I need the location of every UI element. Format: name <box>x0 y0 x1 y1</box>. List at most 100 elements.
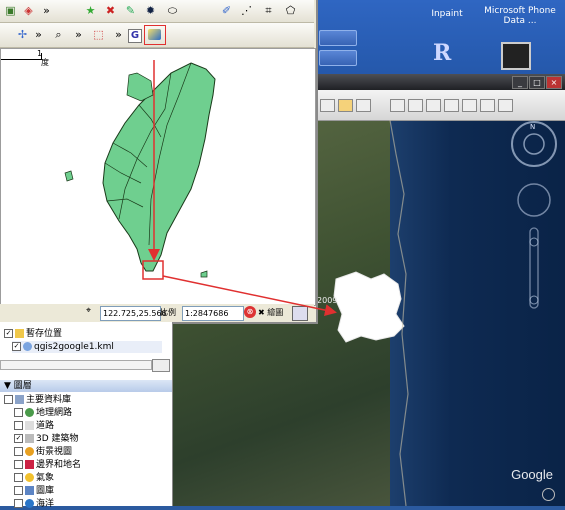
places-item-label: 暫存位置 <box>26 329 63 339</box>
vertex-icon[interactable]: ⌗ <box>262 4 275 17</box>
polygon-icon[interactable]: ⬠ <box>284 4 297 17</box>
layer-item-label: 邊界和地名 <box>36 460 82 470</box>
layer-item[interactable]: 道路 <box>14 420 54 432</box>
layers-section-label: 圖層 <box>13 381 32 391</box>
database-icon <box>15 395 24 404</box>
gallery-icon <box>25 486 34 495</box>
status-indicator-icon <box>542 488 555 501</box>
render-checkbox[interactable]: ✖ 繪圖 <box>258 307 283 318</box>
add-layer-icon[interactable]: ◈ <box>22 4 35 17</box>
kml-icon <box>23 342 32 351</box>
delete-icon[interactable]: ✖ <box>104 4 117 17</box>
desktop-icon-label: Microsoft Phone Data ... <box>484 6 556 26</box>
taiwan-map <box>64 62 216 280</box>
film-icon[interactable] <box>501 42 531 70</box>
map-canvas[interactable]: 1 度 <box>0 48 316 306</box>
qgis2google-icon <box>148 29 161 40</box>
layer-item[interactable]: 氣象 <box>14 472 54 484</box>
road-icon <box>25 421 34 430</box>
layer-item-label: 氣象 <box>36 473 55 483</box>
layer-item-label: 主要資料庫 <box>26 395 72 405</box>
penghu-island <box>64 170 74 182</box>
borders-icon <box>25 460 34 469</box>
identify-icon[interactable]: ⌕ <box>52 28 65 41</box>
layer-item[interactable]: 海洋 <box>14 498 54 510</box>
star-edit-icon[interactable]: ★ <box>84 4 97 17</box>
places-item-label: qgis2google1.kml <box>34 342 114 352</box>
more-icon[interactable]: » <box>72 28 85 41</box>
projection-icon[interactable] <box>292 306 308 321</box>
pan-icon[interactable]: ✢ <box>16 28 29 41</box>
layer-item-label: 海洋 <box>36 499 55 509</box>
qgis-toolbar-top: ▣ ◈ » ★ ✖ ✎ ✹ ⬭ ✐ ⋰ ⌗ ⬠ <box>0 0 314 23</box>
qgis-window: ▣ ◈ » ★ ✖ ✎ ✹ ⬭ ✐ ⋰ ⌗ ⬠ ✢ » ⌕ » ⬚ » G 1 … <box>0 0 318 324</box>
layer-item-label: 3D 建築物 <box>36 434 79 444</box>
measure-icon[interactable]: ⬚ <box>92 28 105 41</box>
tool-icon[interactable]: ✎ <box>124 4 137 17</box>
layer-item[interactable]: 邊界和地名 <box>14 459 81 471</box>
checkbox-icon[interactable]: ✓ <box>14 434 23 443</box>
pencil-icon[interactable]: ✐ <box>220 4 233 17</box>
layer-item[interactable]: ✓ 3D 建築物 <box>14 433 79 445</box>
gear-icon[interactable]: ✹ <box>144 4 157 17</box>
north-district <box>126 72 154 102</box>
google-g-icon[interactable]: G <box>128 29 142 43</box>
checkbox-icon[interactable] <box>14 447 23 456</box>
kml-polygon <box>333 271 405 343</box>
small-island <box>200 270 208 278</box>
checkbox-icon[interactable] <box>14 421 23 430</box>
checkbox-icon[interactable]: ✓ <box>4 329 13 338</box>
coordinate-readout: 122.725,25.566 <box>100 306 167 321</box>
checkbox-icon[interactable] <box>14 486 23 495</box>
checkbox-icon[interactable] <box>14 460 23 469</box>
geo-web-icon <box>25 408 34 417</box>
folder-icon <box>15 329 24 338</box>
places-item[interactable]: ✓ qgis2google1.kml <box>12 341 162 353</box>
scale-input[interactable]: 1:2847686 <box>182 306 244 321</box>
stop-render-icon[interactable]: ⊗ <box>244 306 256 318</box>
places-item[interactable]: ✓ 暫存位置 <box>4 328 62 340</box>
node-icon[interactable]: ⋰ <box>240 4 253 17</box>
layer-item[interactable]: 主要資料庫 <box>4 394 71 406</box>
more-icon[interactable]: » <box>32 28 45 41</box>
more-icon[interactable]: » <box>112 28 125 41</box>
scroll-track[interactable] <box>0 360 152 370</box>
checkbox-icon[interactable] <box>14 499 23 508</box>
google-earth-window: _ □ × N © QGIS 2009 Google <box>166 74 565 506</box>
layer-item[interactable]: 地理網路 <box>14 407 72 419</box>
layer-item[interactable]: 街景視圖 <box>14 446 72 458</box>
places-panel: ✓ 暫存位置 ✓ qgis2google1.kml ▼ 圖層 主要資料庫 地理網路 … <box>0 322 173 509</box>
qgis-statusbar: ⌖ 122.725,25.566 比例 1:2847686 ⊗ ✖ 繪圖 <box>0 304 314 322</box>
ellipse-icon[interactable]: ⬭ <box>166 4 179 17</box>
layer-item-label: 街景視圖 <box>36 447 73 457</box>
streetview-icon <box>25 447 34 456</box>
r-app-icon[interactable]: R <box>433 40 455 68</box>
taiwan-island <box>102 62 216 272</box>
desktop: Inpaint Microsoft Phone Data ... R <box>315 0 565 80</box>
north-icon: N <box>530 123 535 131</box>
taskbar-button[interactable] <box>319 50 357 66</box>
desktop-icon-phone-data[interactable]: Microsoft Phone Data ... <box>477 6 563 26</box>
render-label: 繪圖 <box>267 308 284 317</box>
layer-item-label: 道路 <box>36 421 55 431</box>
building-icon <box>25 434 34 443</box>
desktop-icon-inpaint[interactable]: Inpaint <box>407 6 487 19</box>
qgis2google-button[interactable] <box>144 25 166 45</box>
view-toggle-button[interactable] <box>152 359 170 372</box>
checkbox-icon[interactable]: ✓ <box>12 342 21 351</box>
checkbox-icon[interactable] <box>4 395 13 404</box>
checkbox-icon[interactable] <box>14 408 23 417</box>
taskbar-button[interactable] <box>319 30 357 46</box>
checkbox-icon[interactable] <box>14 473 23 482</box>
layer-icon[interactable]: ▣ <box>4 4 17 17</box>
cursor-icon: ⌖ <box>86 306 92 316</box>
layers-section-header[interactable]: ▼ 圖層 <box>0 380 172 392</box>
weather-icon <box>25 473 34 482</box>
ocean-icon <box>25 499 34 508</box>
scale-label: 比例 <box>160 308 176 317</box>
more-icon[interactable]: » <box>40 4 53 17</box>
layer-item[interactable]: 圖庫 <box>14 485 54 497</box>
desktop-icon-label: Inpaint <box>431 9 463 19</box>
navigation-controls[interactable]: N <box>506 118 562 348</box>
qgis-toolbar-second: ✢ » ⌕ » ⬚ » G <box>0 23 314 48</box>
